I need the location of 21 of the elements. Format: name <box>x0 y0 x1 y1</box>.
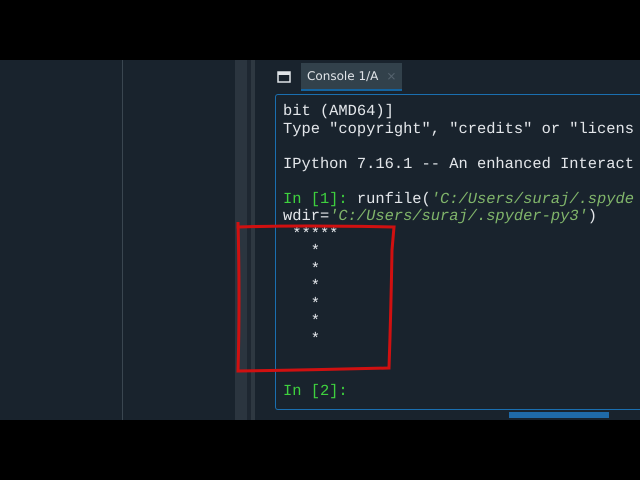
output-text: * <box>310 277 320 296</box>
console-tab[interactable]: Console 1/A × <box>301 62 402 91</box>
input-prompt: In [2]: <box>283 382 348 400</box>
input-prompt: In [1]: <box>283 190 348 208</box>
window-icon[interactable] <box>277 70 291 83</box>
tab-label: Console 1/A <box>307 68 378 83</box>
string-literal: 'C:/Users/suraj/.spyde <box>430 190 634 208</box>
code-text: runfile( <box>356 190 431 208</box>
scrollbar-thumb[interactable] <box>509 412 609 418</box>
output-text: * <box>310 294 320 313</box>
code-text: ) <box>588 207 598 226</box>
output-text: * <box>310 260 320 278</box>
output-text: * <box>310 312 320 330</box>
code-text: wdir= <box>283 207 330 226</box>
output-text: IPython 7.16.1 -- An enhanced Interact <box>283 154 634 173</box>
output-text: bit (AMD64)] <box>283 102 394 120</box>
string-literal: 'C:/Users/suraj/.spyder-py3' <box>329 207 588 226</box>
output-text: Type "copyright", "credits" or "licens <box>283 120 634 138</box>
output-text: ***** <box>291 224 338 243</box>
output-text: * <box>310 330 320 348</box>
output-text: * <box>310 242 320 260</box>
